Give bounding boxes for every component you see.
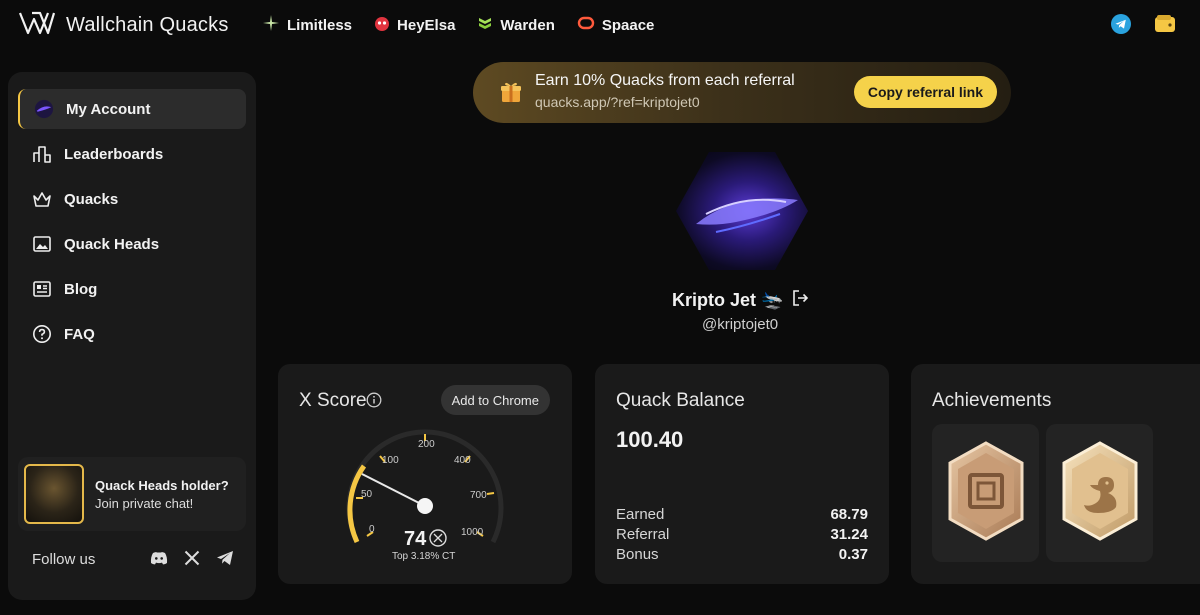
balance-row-bonus: Bonus 0.37 — [616, 546, 868, 566]
partner-label: Limitless — [287, 16, 353, 34]
x-score-value: 74 — [404, 528, 427, 550]
gift-icon — [499, 80, 523, 109]
brand-name: Wallchain Quacks — [66, 14, 229, 36]
sidebar-item-label: Blog — [64, 280, 98, 298]
partner-links: Limitless HeyElsa Warden Spaace — [262, 14, 654, 36]
profile-avatar — [676, 152, 808, 270]
profile-name-row: Kripto Jet 🛬 — [672, 289, 809, 312]
gauge-tick-label: 400 — [454, 455, 471, 466]
sidebar-item-faq[interactable]: FAQ — [18, 314, 246, 354]
info-icon[interactable] — [366, 392, 382, 413]
balance-row-referral: Referral 31.24 — [616, 526, 868, 546]
quack-heads-holder-card[interactable]: Quack Heads holder? Join private chat! — [18, 457, 246, 531]
partner-warden[interactable]: Warden — [477, 14, 555, 36]
quack-heads-thumbnail — [24, 464, 84, 524]
sidebar-item-my-account[interactable]: My Account — [18, 89, 246, 129]
wallchain-logo-icon — [18, 10, 56, 41]
x-score-title: X Score — [299, 390, 367, 411]
sidebar-item-leaderboards[interactable]: Leaderboards — [18, 134, 246, 174]
gauge-tick-label: 50 — [361, 489, 373, 500]
square-badge-icon — [948, 440, 1024, 546]
leaderboard-icon — [32, 144, 52, 164]
achievements-card: Achievements — [911, 364, 1200, 584]
partner-label: Spaace — [601, 16, 655, 34]
partner-heyelsa[interactable]: HeyElsa — [374, 14, 455, 36]
sidebar-item-label: Leaderboards — [64, 145, 164, 163]
balance-row-label: Earned — [616, 506, 665, 523]
x-score-rank: Top 3.18% CT — [392, 551, 455, 562]
quack-balance-title: Quack Balance — [616, 390, 745, 411]
x-score-card: X Score Add to Chrome 0 50 100 200 400 7… — [278, 364, 572, 584]
sidebar: My Account Leaderboards Quacks Quack Hea… — [8, 72, 256, 600]
wallet-icon[interactable] — [1154, 14, 1176, 39]
balance-row-label: Bonus — [616, 546, 659, 563]
achievement-badge[interactable] — [1046, 424, 1153, 562]
social-links — [150, 550, 234, 571]
question-icon — [32, 324, 52, 344]
x-score-gauge: 0 50 100 200 400 700 1000 74 Top 3.18% C… — [346, 429, 504, 562]
profile-handle: @kriptojet0 — [702, 316, 779, 333]
balance-row-label: Referral — [616, 526, 670, 543]
gauge-tick-label: 200 — [418, 439, 435, 450]
partner-spaace[interactable]: Spaace — [577, 14, 655, 36]
duck-badge-icon — [1062, 440, 1138, 546]
referral-banner: Earn 10% Quacks from each referral quack… — [473, 62, 1011, 123]
sidebar-item-label: Quacks — [64, 190, 119, 208]
balance-row-value: 68.79 — [830, 506, 868, 523]
discord-icon[interactable] — [150, 551, 168, 570]
gauge-tick-label: 100 — [382, 455, 399, 466]
logout-icon[interactable] — [791, 289, 809, 312]
sidebar-item-label: My Account — [66, 100, 151, 118]
gauge-tick-label: 1000 — [461, 527, 484, 538]
partner-label: Warden — [500, 16, 555, 34]
holder-subtitle: Join private chat! — [95, 495, 194, 511]
quack-balance-value: 100.40 — [616, 427, 684, 452]
add-to-chrome-button[interactable]: Add to Chrome — [440, 385, 550, 415]
telegram-icon[interactable] — [216, 550, 234, 571]
sidebar-item-blog[interactable]: Blog — [18, 269, 246, 309]
x-icon[interactable] — [184, 550, 200, 571]
limitless-icon — [262, 14, 280, 36]
sidebar-item-label: Quack Heads — [64, 235, 160, 253]
gauge-hub — [417, 498, 433, 514]
telegram-icon[interactable] — [1110, 13, 1132, 40]
profile-name: Kripto Jet 🛬 — [672, 290, 784, 310]
sidebar-item-quacks[interactable]: Quacks — [18, 179, 246, 219]
holder-title: Quack Heads holder? — [95, 477, 229, 493]
gauge-tick-label: 700 — [470, 490, 487, 501]
account-avatar-icon — [34, 99, 54, 119]
top-right-actions — [1110, 13, 1176, 40]
balance-breakdown: Earned 68.79 Referral 31.24 Bonus 0.37 — [616, 506, 868, 566]
newspaper-icon — [32, 279, 52, 299]
top-navigation: Wallchain Quacks Limitless HeyElsa Warde… — [0, 0, 1200, 50]
warden-icon — [477, 15, 493, 35]
balance-row-earned: Earned 68.79 — [616, 506, 868, 526]
heyelsa-icon — [374, 15, 390, 35]
brand[interactable]: Wallchain Quacks — [18, 10, 229, 41]
partner-label: HeyElsa — [397, 16, 456, 34]
sidebar-item-quack-heads[interactable]: Quack Heads — [18, 224, 246, 264]
referral-link[interactable]: quacks.app/?ref=kriptojet0 — [535, 94, 700, 110]
quack-balance-card: Quack Balance 100.40 Earned 68.79 Referr… — [595, 364, 889, 584]
score-badge-icon — [429, 529, 447, 547]
partner-limitless[interactable]: Limitless — [262, 14, 352, 36]
sidebar-item-label: FAQ — [64, 325, 95, 343]
achievements-title: Achievements — [932, 390, 1052, 411]
image-icon — [32, 234, 52, 254]
crown-basket-icon — [32, 189, 52, 209]
follow-us-label: Follow us — [32, 551, 96, 568]
balance-row-value: 0.37 — [838, 546, 868, 563]
spaace-icon — [577, 16, 595, 34]
copy-referral-link-button[interactable]: Copy referral link — [853, 76, 997, 108]
balance-row-value: 31.24 — [830, 526, 868, 543]
gauge-tick-label: 0 — [369, 524, 375, 535]
achievement-badge[interactable] — [932, 424, 1039, 562]
referral-title: Earn 10% Quacks from each referral — [535, 72, 795, 89]
